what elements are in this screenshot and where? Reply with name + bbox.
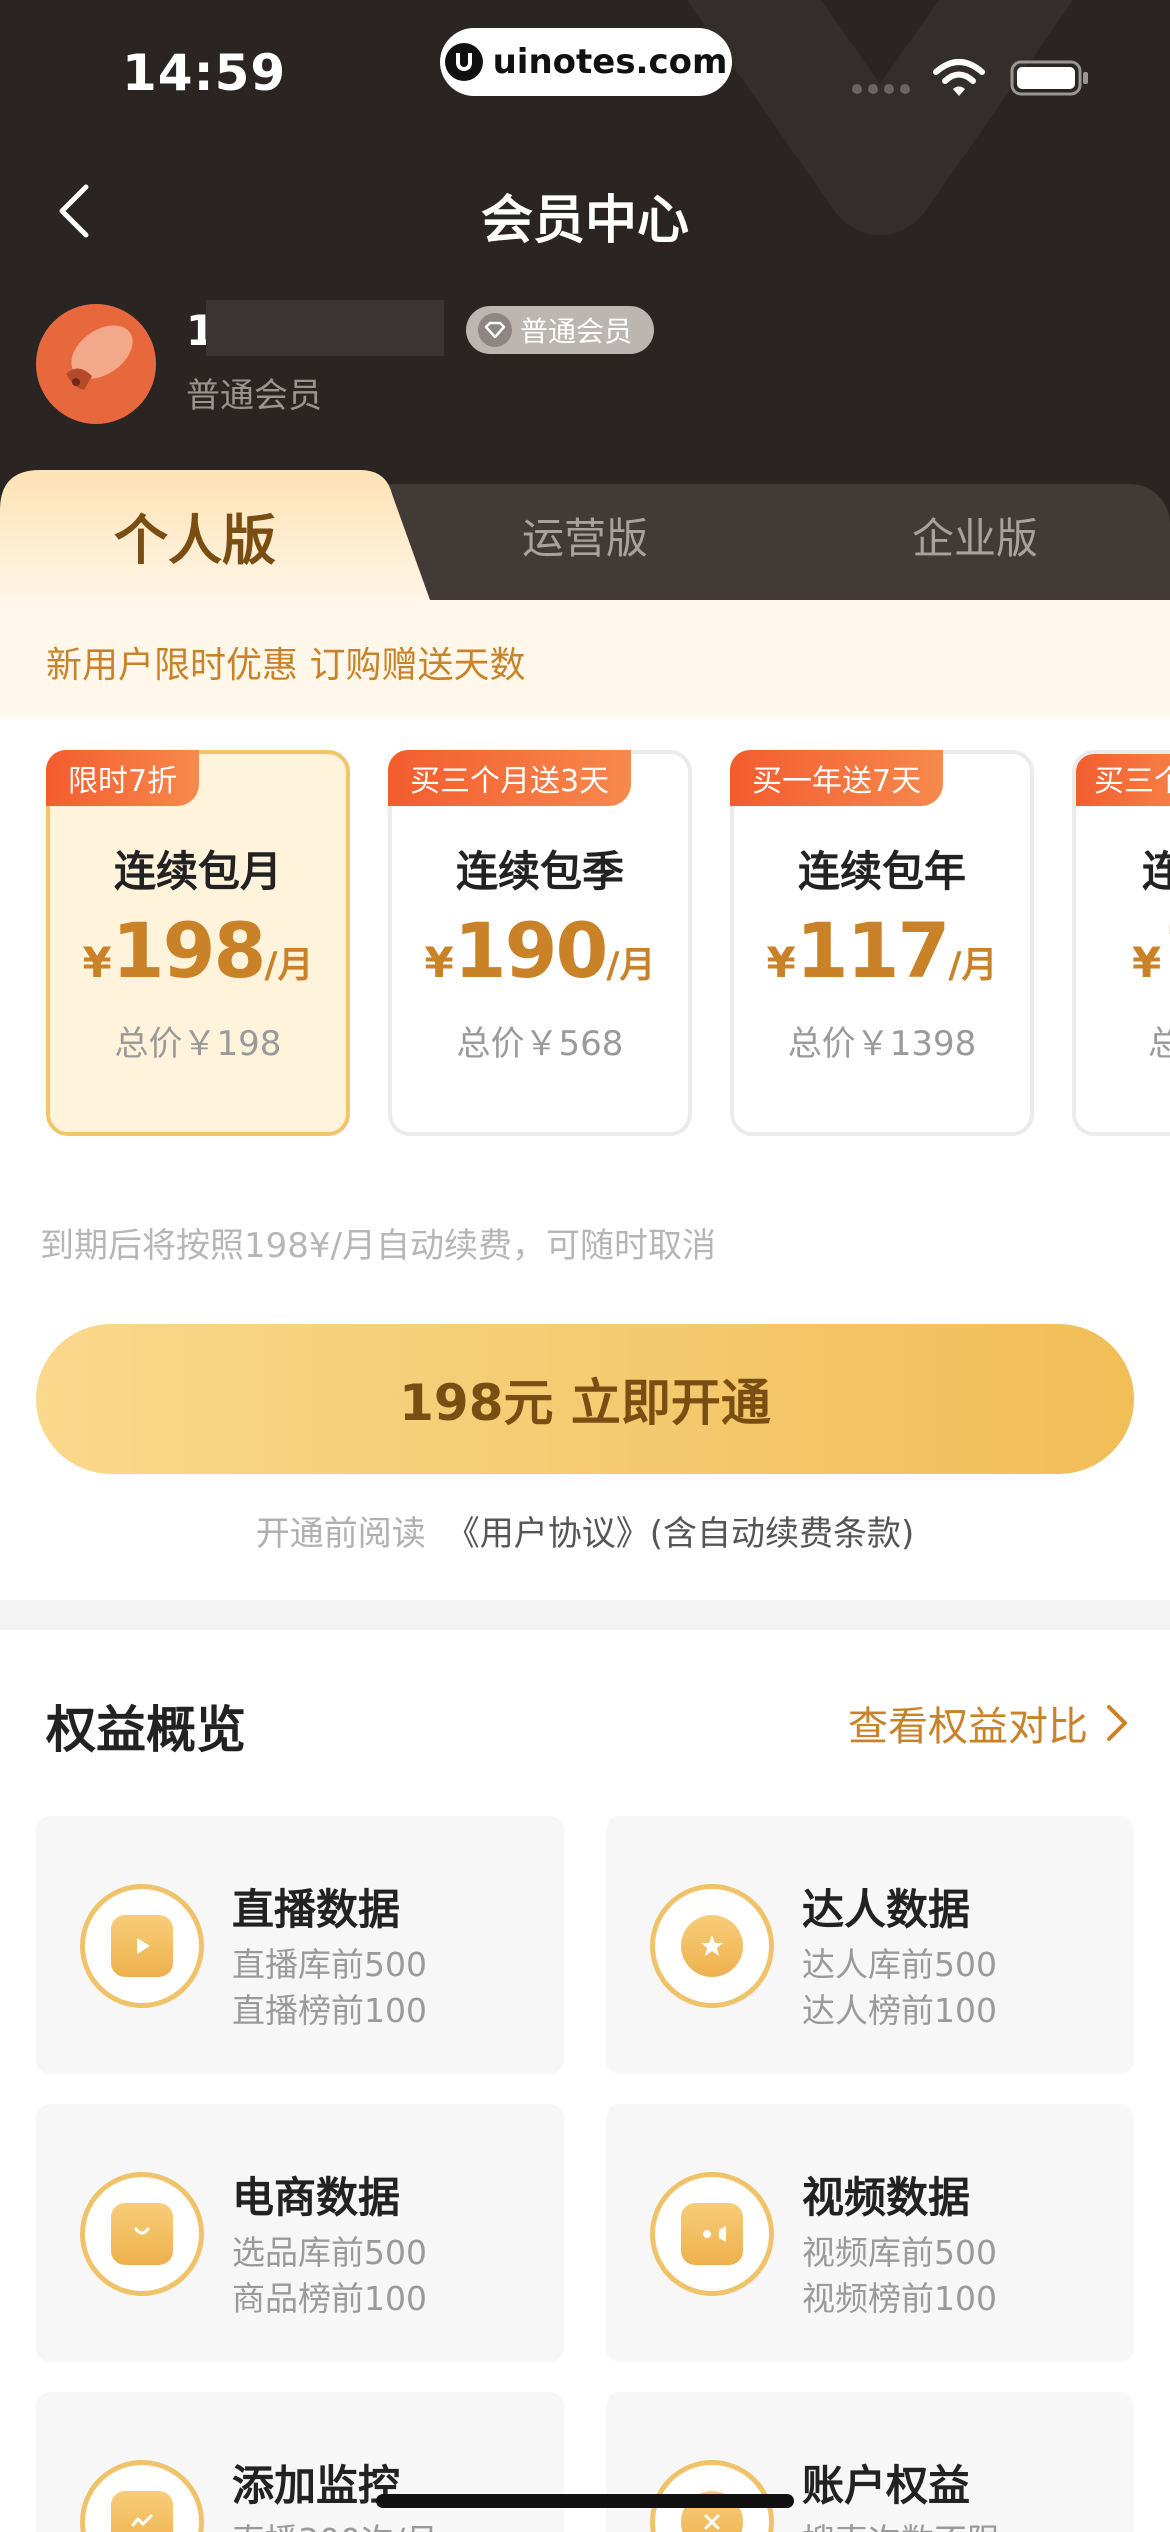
benefit-detail: 视频榜前100 (802, 2279, 997, 2318)
plan-price: ¥198/月 (50, 906, 346, 995)
avatar-image (66, 325, 133, 390)
avatar[interactable] (36, 304, 156, 424)
benefit-detail: 直播300次/月 (232, 2514, 438, 2532)
page-title: 会员中心 (480, 191, 689, 251)
video-camera-icon (650, 2172, 774, 2296)
plan-card-yearly[interactable]: 买一年送7天 连续包年 ¥117/月 总价￥1398 (730, 750, 1034, 1136)
plan-total: 总价￥198 (114, 1024, 282, 1064)
tab-personal[interactable]: 个人版 (0, 470, 390, 600)
benefit-card-influencer[interactable]: 达人数据 达人库前500 达人榜前100 (606, 1816, 1134, 2074)
shopping-bag-icon (80, 2172, 204, 2296)
name-redaction (206, 300, 444, 356)
promo-text: 新用户限时优惠 订购赠送天数 (46, 645, 526, 686)
plan-price: ¥1 (1132, 906, 1170, 995)
plan-tag: 买三个 (1076, 754, 1170, 806)
benefit-card-account[interactable]: 账户权益 搜索次数不限 (606, 2392, 1134, 2532)
user-level: 普通会员 (186, 376, 322, 416)
plan-list[interactable]: 限时7折 连续包月 ¥198/月 总价￥198 买三个月送3天 连续包季 ¥19… (0, 748, 1170, 1140)
plan-card-monthly[interactable]: 限时7折 连续包月 ¥198/月 总价￥198 (46, 750, 350, 1136)
plan-total: 总价￥1398 (787, 1024, 977, 1064)
plan-amount: 117 (795, 906, 951, 995)
benefit-card-live[interactable]: 直播数据 直播库前500 直播榜前100 (36, 1816, 564, 2074)
benefit-name: 账户权益 (802, 2461, 971, 2510)
benefit-detail: 视频库前500 (802, 2233, 997, 2272)
compare-benefits-label: 查看权益对比 (848, 1704, 1088, 1750)
member-badge-label: 普通会员 (520, 315, 633, 348)
plan-tag: 买三个月送3天 (388, 750, 632, 806)
live-icon (80, 1884, 204, 2008)
nav-bar: 会员中心 (0, 160, 1170, 260)
benefit-detail: 达人库前500 (802, 1945, 997, 1984)
benefits-title: 权益概览 (46, 1701, 246, 1759)
plan-currency: ¥ (766, 938, 796, 987)
tab-enterprise[interactable]: 企业版 (780, 470, 1170, 600)
plan-card-partial[interactable]: 买三个 连 ¥1 总 (1072, 750, 1170, 1136)
edition-tabs: 个人版 运营版 企业版 (0, 470, 1170, 600)
tab-operations[interactable]: 运营版 (390, 470, 780, 600)
plan-name: 连 (1142, 838, 1170, 899)
plan-unit: /月 (948, 945, 998, 986)
agreement-row: 开通前阅读 《用户协议》(含自动续费条款) (0, 1506, 1170, 1555)
heart-diamond-icon (478, 313, 512, 347)
chevron-right-icon (1107, 1705, 1127, 1741)
auto-renew-note: 到期后将按照198¥/月自动续费，可随时取消 (40, 1226, 716, 1266)
plan-tag: 买一年送7天 (730, 750, 944, 806)
benefit-card-ecommerce[interactable]: 电商数据 选品库前500 商品榜前100 (36, 2104, 564, 2362)
member-level-badge: 普通会员 (466, 306, 655, 354)
plan-currency: ¥ (424, 938, 454, 987)
promo-banner: 新用户限时优惠 订购赠送天数 (0, 600, 1170, 718)
benefit-card-monitor[interactable]: 添加监控 直播300次/月 (36, 2392, 564, 2532)
benefit-card-video[interactable]: 视频数据 视频库前500 视频榜前100 (606, 2104, 1134, 2362)
benefit-detail: 搜索次数不限 (802, 2514, 1000, 2532)
benefit-detail: 达人榜前100 (802, 1991, 997, 2030)
plan-currency: ¥ (82, 938, 112, 987)
plan-card-quarterly[interactable]: 买三个月送3天 连续包季 ¥190/月 总价￥568 (388, 750, 692, 1136)
benefit-detail: 商品榜前100 (232, 2279, 427, 2318)
site-watermark: uinotes.com (440, 28, 732, 96)
wifi-icon (933, 59, 985, 96)
plan-unit: /月 (606, 945, 656, 986)
user-agreement-link[interactable]: 《用户协议》(含自动续费条款) (446, 1514, 915, 1554)
subscribe-button[interactable]: 198元 立即开通 (36, 1324, 1134, 1474)
plan-amount: 198 (111, 906, 267, 995)
home-indicator[interactable] (376, 2494, 794, 2508)
benefit-detail: 直播库前500 (232, 1945, 427, 1984)
benefit-name: 添加监控 (232, 2461, 401, 2510)
benefit-name: 电商数据 (232, 2173, 401, 2222)
benefit-detail: 选品库前500 (232, 2233, 427, 2272)
monitor-icon (80, 2460, 204, 2532)
status-bar: 14:59 uinotes.com (0, 0, 1170, 150)
plan-total: 总价￥568 (456, 1024, 624, 1064)
plan-unit: /月 (264, 945, 314, 986)
plan-name: 连续包季 (455, 847, 624, 896)
plan-price: ¥190/月 (392, 906, 688, 995)
plan-name: 连续包月 (113, 847, 282, 896)
benefit-name: 视频数据 (802, 2173, 971, 2222)
compare-benefits-link[interactable]: 查看权益对比 (848, 1694, 1130, 1752)
watermark-text: uinotes.com (492, 42, 728, 82)
benefit-name: 达人数据 (802, 1885, 971, 1934)
plan-amount: 190 (453, 906, 609, 995)
plan-currency: ¥ (1132, 938, 1162, 987)
star-icon (650, 1884, 774, 2008)
section-divider (0, 1600, 1170, 1630)
benefit-detail: 直播榜前100 (232, 1991, 427, 2030)
plan-price: ¥117/月 (734, 906, 1030, 995)
watermark-logo-icon (444, 43, 483, 81)
cellular-signal-icon (852, 84, 910, 94)
agreement-prefix: 开通前阅读 (255, 1514, 426, 1554)
plan-tag: 限时7折 (46, 750, 200, 806)
status-time: 14:59 (122, 44, 287, 102)
user-profile: 1 普通会员 普通会员 (36, 300, 1136, 430)
plan-amount: 1 (1161, 906, 1170, 995)
benefit-name: 直播数据 (232, 1885, 401, 1934)
battery-icon (1010, 60, 1088, 96)
plan-name: 连续包年 (797, 847, 966, 896)
plan-total: 总 (1148, 1016, 1170, 1065)
